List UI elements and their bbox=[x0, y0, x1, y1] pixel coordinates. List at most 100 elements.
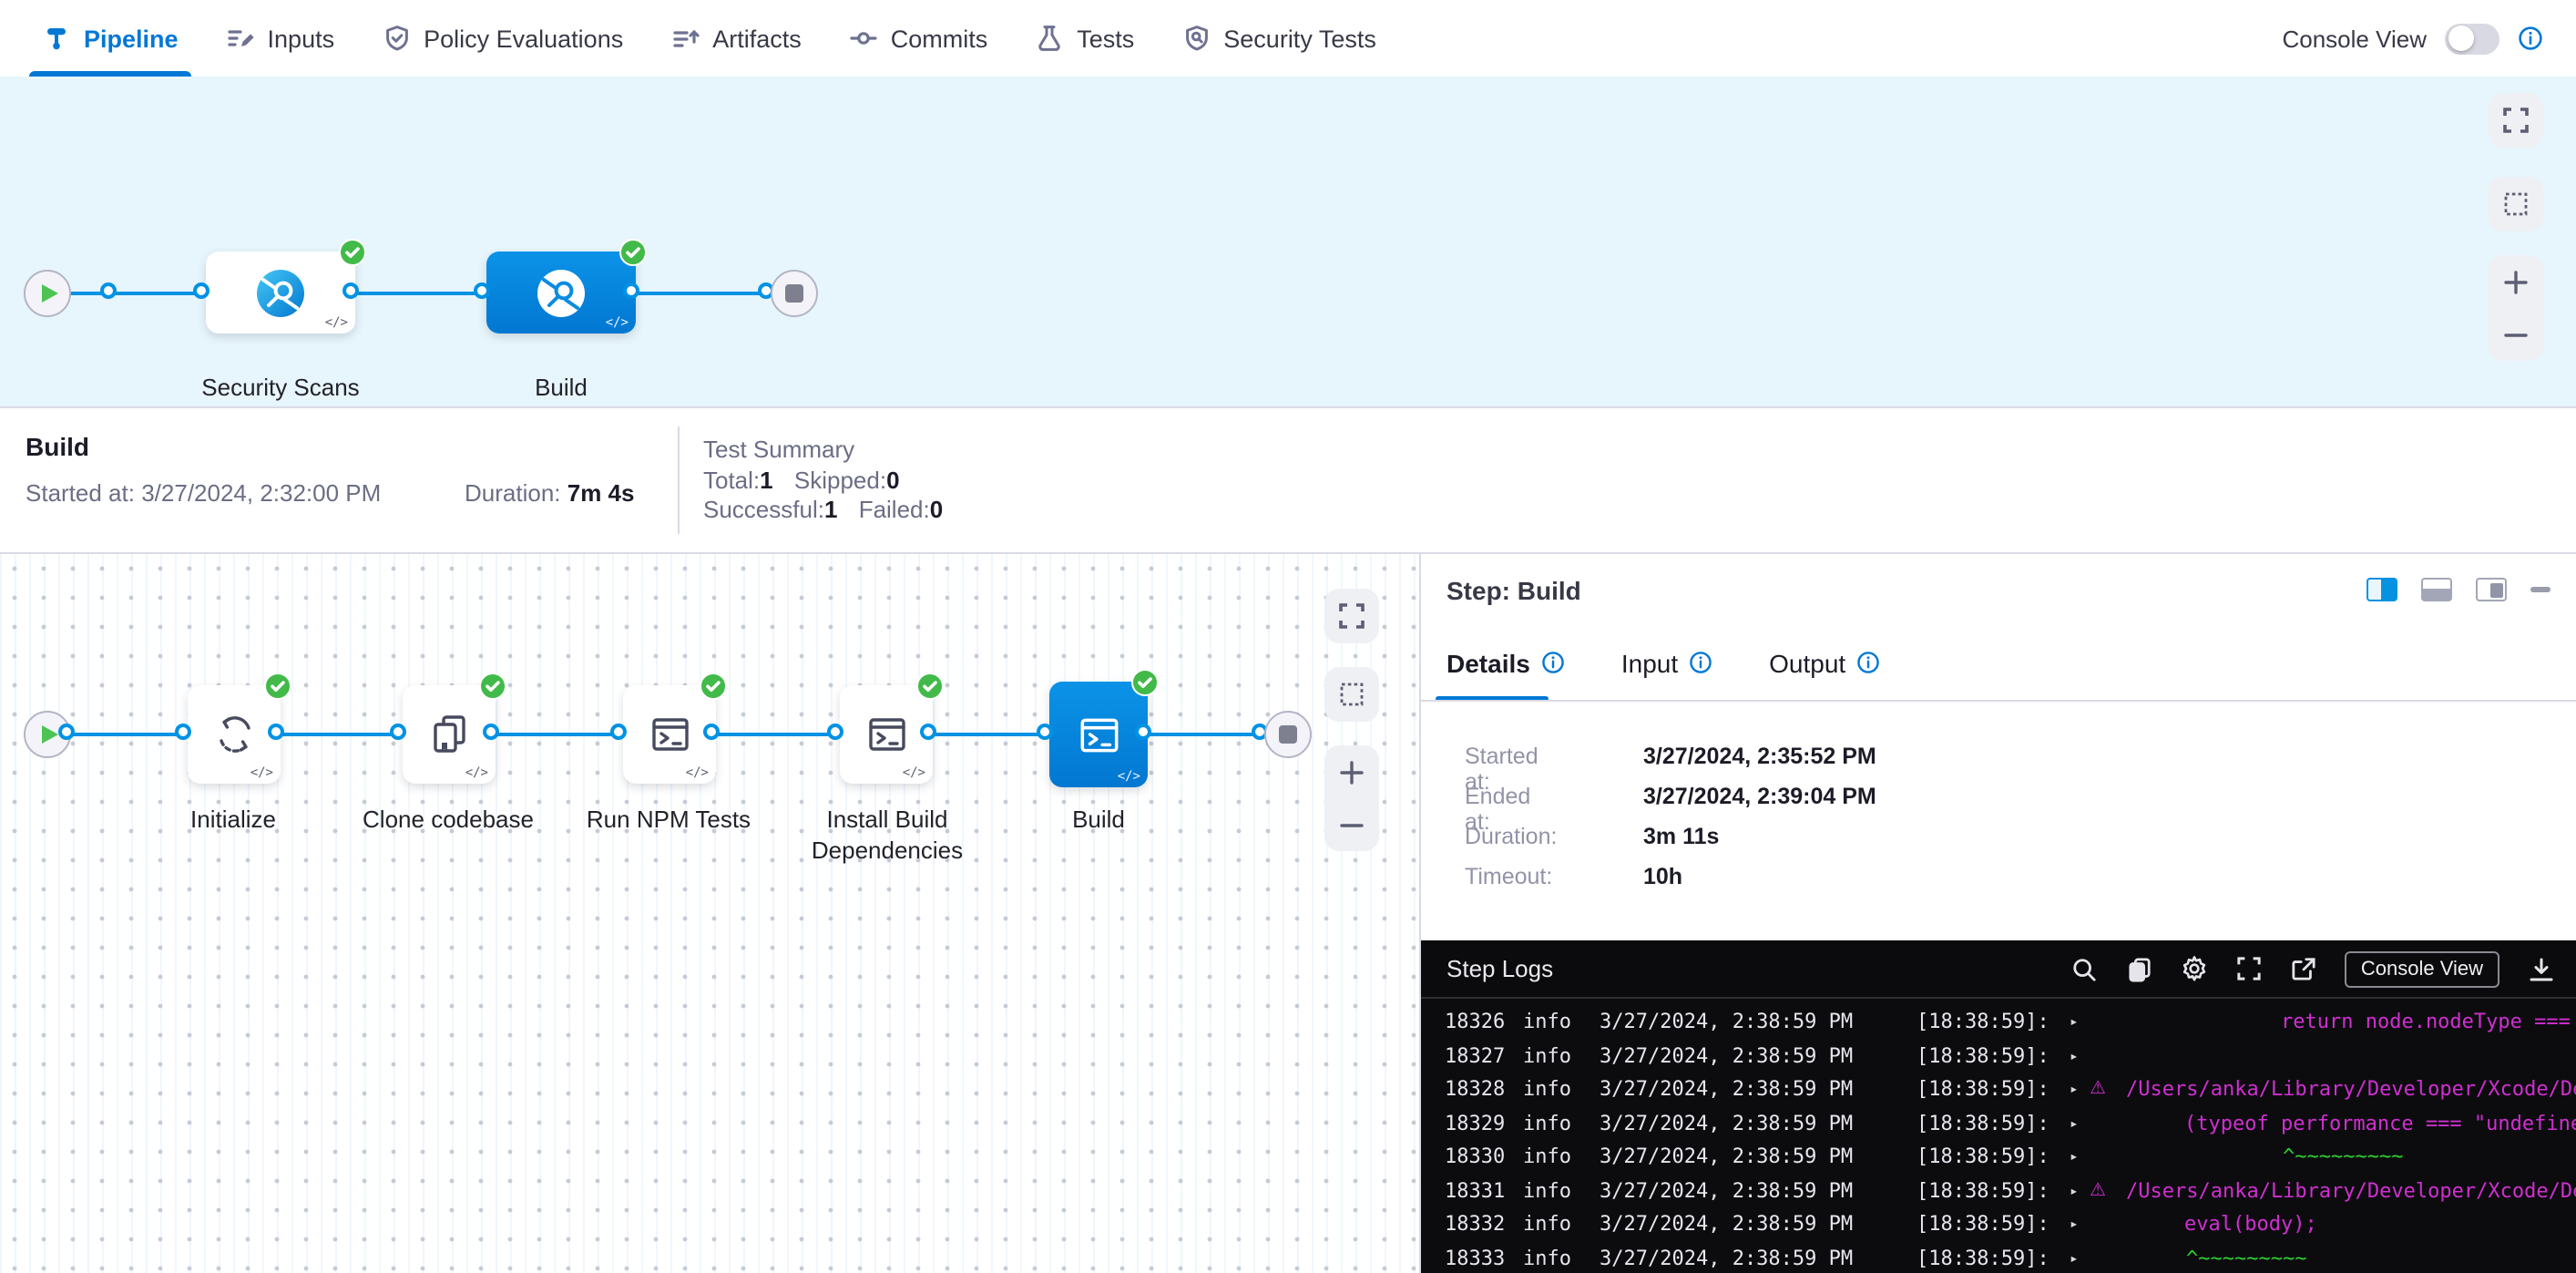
minimize-panel-icon[interactable] bbox=[2530, 587, 2550, 592]
tab-artifacts[interactable]: Artifacts bbox=[647, 0, 825, 77]
link-dot bbox=[57, 723, 74, 739]
detail-value: 10h bbox=[1643, 864, 1682, 889]
log-lines[interactable]: 18326info3/27/2024, 2:38:59 PM[18:38:59]… bbox=[1421, 999, 2576, 1273]
expand-arrow-icon[interactable]: ▸ bbox=[2070, 1040, 2079, 1073]
step-label[interactable]: Build bbox=[989, 804, 1208, 835]
detail-label: Timeout: bbox=[1465, 864, 1552, 889]
step-node-build[interactable]: </> bbox=[1049, 682, 1148, 787]
info-icon[interactable] bbox=[1689, 651, 1714, 676]
tab-policy-evaluations[interactable]: Policy Evaluations bbox=[358, 0, 647, 77]
log-line: 18333info3/27/2024, 2:38:59 PM[18:38:59]… bbox=[1421, 1242, 2576, 1273]
expand-arrow-icon[interactable]: ▸ bbox=[2070, 1208, 2079, 1242]
started-label: Started at: bbox=[26, 479, 135, 507]
scan-stage-icon bbox=[537, 269, 585, 316]
warning-icon: ⚠ bbox=[2090, 1175, 2106, 1208]
canvas-fullscreen-button[interactable] bbox=[1324, 589, 1379, 643]
step-graph-canvas[interactable]: </> </> bbox=[0, 554, 1419, 1273]
expand-arrow-icon[interactable]: ▸ bbox=[2070, 1242, 2079, 1273]
step-logs-title: Step Logs bbox=[1446, 955, 1553, 982]
tab-details[interactable]: Details bbox=[1446, 649, 1567, 678]
link-dot bbox=[268, 723, 284, 739]
expand-arrow-icon[interactable]: ▸ bbox=[2070, 1006, 2079, 1040]
scan-stage-icon bbox=[257, 269, 304, 316]
expand-arrow-icon[interactable]: ▸ bbox=[2070, 1107, 2079, 1141]
canvas-select-button[interactable] bbox=[1324, 667, 1379, 722]
gear-icon[interactable] bbox=[2181, 955, 2208, 982]
log-date: 3/27/2024, 2:38:59 PM bbox=[1600, 1006, 1853, 1040]
step-logs-section: Step Logs bbox=[1421, 940, 2576, 1273]
stage-graph-canvas[interactable]: </> </> Security Scans Build bbox=[0, 77, 2576, 406]
step-node-initialize[interactable]: </> bbox=[188, 685, 281, 784]
layout-right-panel-icon[interactable] bbox=[2366, 578, 2397, 601]
total-label: Total: bbox=[703, 466, 760, 493]
tab-label: Policy Evaluations bbox=[424, 25, 623, 52]
log-message: /Users/anka/Library/Developer/Xcode/De bbox=[2126, 1175, 2576, 1208]
pipeline-execution-page: Pipeline Inputs Policy Evaluations Artif… bbox=[0, 0, 2576, 1273]
log-level: info bbox=[1523, 1073, 1571, 1107]
tab-label: Artifacts bbox=[712, 25, 802, 52]
expand-arrow-icon[interactable]: ▸ bbox=[2070, 1141, 2079, 1175]
copy-icon[interactable] bbox=[2126, 955, 2153, 982]
skipped-value: 0 bbox=[886, 466, 899, 493]
log-level: info bbox=[1523, 1175, 1571, 1208]
log-level: info bbox=[1523, 1141, 1571, 1175]
stage-label[interactable]: Security Scans bbox=[171, 372, 390, 403]
test-summary-title: Test Summary bbox=[703, 436, 943, 466]
log-level: info bbox=[1523, 1040, 1571, 1073]
layout-floating-panel-icon[interactable] bbox=[2476, 578, 2507, 601]
download-icon[interactable] bbox=[2527, 955, 2554, 982]
tab-pipeline[interactable]: Pipeline bbox=[18, 0, 202, 77]
zoom-out-button[interactable] bbox=[2489, 311, 2543, 358]
tab-commits[interactable]: Commits bbox=[825, 0, 1012, 77]
log-time: [18:38:59]: bbox=[1917, 1040, 2050, 1073]
step-node-clone-codebase[interactable]: </> bbox=[403, 685, 496, 784]
stage-summary-bar: Build Started at: 3/27/2024, 2:32:00 PM … bbox=[0, 406, 2576, 554]
info-icon[interactable] bbox=[1541, 651, 1567, 676]
zoom-in-button[interactable] bbox=[2489, 258, 2543, 305]
info-icon[interactable] bbox=[2518, 26, 2543, 51]
step-node-install-build-dependencies[interactable]: </> bbox=[840, 685, 933, 784]
stage-node-security-scans[interactable]: </> bbox=[206, 252, 355, 334]
expand-arrow-icon[interactable]: ▸ bbox=[2070, 1175, 2079, 1208]
link-dot bbox=[827, 723, 843, 739]
zoom-in-button[interactable] bbox=[1324, 748, 1379, 796]
tab-input[interactable]: Input bbox=[1621, 649, 1714, 678]
stage-label[interactable]: Build bbox=[452, 372, 670, 403]
search-icon[interactable] bbox=[2071, 955, 2099, 982]
duration-label: Duration: bbox=[465, 479, 561, 507]
tab-label: Input bbox=[1621, 649, 1678, 678]
zoom-out-button[interactable] bbox=[1324, 801, 1379, 848]
step-label[interactable]: Initialize bbox=[124, 804, 342, 835]
layout-bottom-panel-icon[interactable] bbox=[2421, 578, 2452, 601]
canvas-fullscreen-button[interactable] bbox=[2489, 93, 2543, 148]
tab-security-tests[interactable]: Security Tests bbox=[1158, 0, 1400, 77]
test-summary: Test Summary Total:1 Skipped:0 Successfu… bbox=[703, 436, 943, 526]
console-view-toggle[interactable] bbox=[2445, 23, 2499, 54]
link-dot bbox=[483, 723, 499, 739]
stage-node-build[interactable]: </> bbox=[486, 252, 636, 334]
stop-icon bbox=[1279, 725, 1297, 744]
expand-arrow-icon[interactable]: ▸ bbox=[2070, 1073, 2079, 1107]
flask-icon bbox=[1035, 24, 1064, 53]
canvas-select-button[interactable] bbox=[2489, 177, 2543, 231]
tab-label: Pipeline bbox=[84, 25, 179, 52]
log-date: 3/27/2024, 2:38:59 PM bbox=[1600, 1040, 1853, 1073]
open-in-new-icon[interactable] bbox=[2290, 955, 2317, 982]
tab-label: Details bbox=[1446, 649, 1530, 678]
expand-icon[interactable] bbox=[2235, 955, 2263, 982]
tab-output[interactable]: Output bbox=[1769, 649, 1882, 678]
log-line-number: 18328 bbox=[1445, 1073, 1505, 1107]
log-message: ^~~~~~~~~~ bbox=[2186, 1242, 2306, 1273]
tab-label: Inputs bbox=[268, 25, 335, 52]
step-label[interactable]: Clone codebase bbox=[339, 804, 557, 835]
play-icon bbox=[42, 284, 58, 303]
info-icon[interactable] bbox=[1856, 651, 1882, 676]
clone-icon bbox=[425, 711, 473, 758]
tab-tests[interactable]: Tests bbox=[1011, 0, 1158, 77]
pipeline-start-node bbox=[24, 270, 71, 317]
console-view-button[interactable]: Console View bbox=[2345, 950, 2499, 987]
tab-inputs[interactable]: Inputs bbox=[202, 0, 359, 77]
step-label[interactable]: Install Build Dependencies bbox=[785, 804, 989, 866]
step-label[interactable]: Run NPM Tests bbox=[559, 804, 778, 835]
step-node-run-npm-tests[interactable]: </> bbox=[623, 685, 716, 784]
